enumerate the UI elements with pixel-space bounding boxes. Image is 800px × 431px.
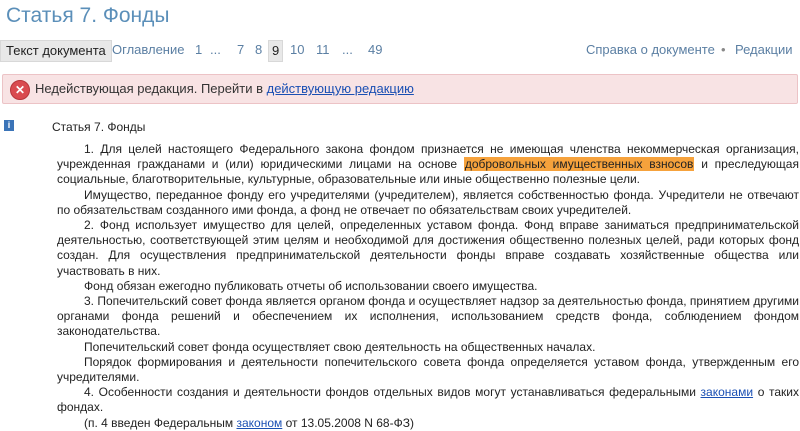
page-link-8[interactable]: 8 — [255, 40, 262, 60]
editions-link[interactable]: Редакции — [735, 40, 793, 60]
separator-dot: • — [721, 42, 726, 57]
paragraph-4: Фонд обязан ежегодно публиковать отчеты … — [84, 278, 538, 293]
paragraph-text: 4. Особенности создания и деятельности ф… — [84, 385, 701, 400]
page-link-11[interactable]: 11 — [316, 40, 330, 60]
paragraph-9-note: (п. 4 введен Федеральным законом от 13.0… — [57, 416, 799, 431]
banner-text: Недействующая редакция. Перейти в действ… — [35, 81, 414, 96]
document-tabs: Текст документа Оглавление 1 ... 7 8 9 1… — [0, 40, 800, 62]
paragraph-text: (п. 4 введен Федеральным — [84, 415, 237, 430]
current-edition-link[interactable]: действующую редакцию — [267, 81, 414, 96]
help-link[interactable]: Справка о документе — [586, 40, 715, 60]
paragraph-1: 1. Для целей настоящего Федерального зак… — [57, 142, 799, 188]
laws-link[interactable]: законами — [701, 385, 754, 399]
error-x-icon: ✕ — [10, 80, 30, 100]
inactive-edition-banner: ✕ Недействующая редакция. Перейти в дейс… — [2, 74, 798, 104]
info-icon[interactable]: i — [4, 120, 14, 131]
paragraph-5: 3. Попечительский совет фонда является о… — [57, 294, 799, 339]
paragraph-6: Попечительский совет фонда осуществляет … — [84, 339, 596, 354]
article-heading: Статья 7. Фонды — [52, 120, 146, 134]
paragraph-3: 2. Фонд использует имущество для целей, … — [57, 218, 799, 278]
page-link-7[interactable]: 7 — [237, 40, 244, 60]
paragraph-text: от 13.05.2008 N 68-ФЗ) — [282, 415, 414, 430]
page-link-10[interactable]: 10 — [290, 40, 304, 60]
page-link-1[interactable]: 1 — [195, 40, 202, 60]
law-link[interactable]: законом — [236, 416, 282, 430]
page-title: Статья 7. Фонды — [6, 4, 170, 27]
page-link-49[interactable]: 49 — [368, 40, 382, 60]
highlighted-phrase: добровольных имущественных взносов — [463, 157, 695, 172]
article-body: 1. Для целей настоящего Федерального зак… — [57, 142, 799, 431]
paragraph-7: Порядок формирования и деятельности попе… — [57, 354, 799, 385]
page-ellipsis: ... — [210, 42, 221, 57]
tab-contents[interactable]: Оглавление — [112, 40, 184, 60]
page-ellipsis: ... — [342, 42, 353, 57]
paragraph-2: Имущество, переданное фонду его учредите… — [57, 187, 799, 217]
tab-document-text[interactable]: Текст документа — [0, 40, 112, 62]
page-current-9: 9 — [268, 40, 284, 62]
paragraph-8: 4. Особенности создания и деятельности ф… — [57, 385, 799, 415]
banner-message: Недействующая редакция. Перейти в — [35, 81, 267, 96]
